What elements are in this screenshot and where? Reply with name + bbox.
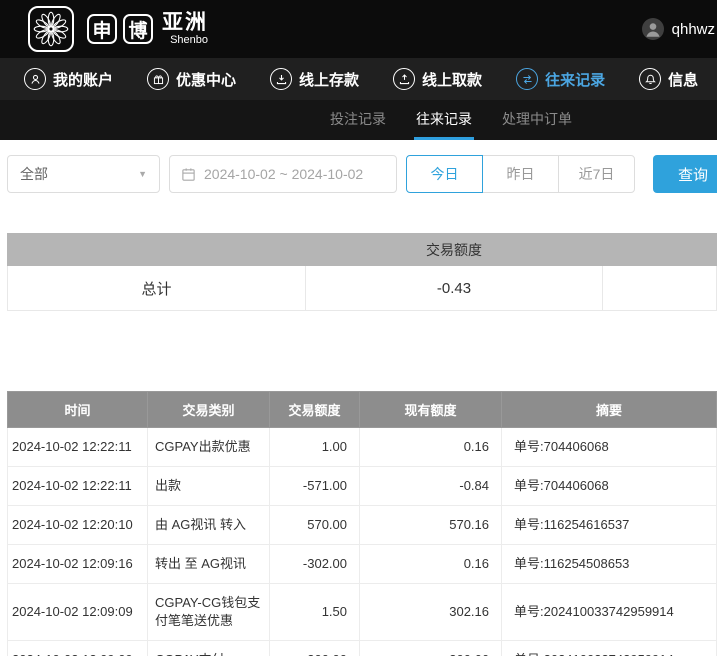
col-header-amount: 交易额度 xyxy=(270,392,360,428)
nav-label: 往来记录 xyxy=(545,69,605,90)
cell-amount: -302.00 xyxy=(270,545,360,584)
cell-type: 出款 xyxy=(148,467,270,506)
date-range-value: 2024-10-02 ~ 2024-10-02 xyxy=(204,166,363,182)
nav-label: 线上存款 xyxy=(299,69,359,90)
col-header-time: 时间 xyxy=(8,392,148,428)
cell-time: 2024-10-02 12:20:10 xyxy=(8,506,148,545)
cell-balance: 0.16 xyxy=(360,428,502,467)
cell-time: 2024-10-02 12:22:11 xyxy=(8,428,148,467)
user-icon xyxy=(24,68,46,90)
top-header: 申 博 亚洲 Shenbo qhhwz xyxy=(0,0,717,58)
table-row: 2024-10-02 12:09:09 CGPAY支付 300.00 300.6… xyxy=(8,641,717,656)
summary-table: 交易额度 总计 -0.43 xyxy=(7,233,717,311)
brand-region-label: 亚洲 xyxy=(162,12,208,34)
summary-total-row: 总计 -0.43 xyxy=(8,266,717,311)
summary-header-amount: 交易额度 xyxy=(306,234,603,266)
cell-memo: 单号:704406068 xyxy=(502,428,717,467)
nav-label: 我的账户 xyxy=(53,69,113,90)
table-row: 2024-10-02 12:22:11 出款 -571.00 -0.84 单号:… xyxy=(8,467,717,506)
cell-time: 2024-10-02 12:22:11 xyxy=(8,467,148,506)
username-label: qhhwz xyxy=(672,21,715,38)
date-range-input[interactable]: 2024-10-02 ~ 2024-10-02 xyxy=(169,155,397,193)
cell-balance: 570.16 xyxy=(360,506,502,545)
cell-balance: 300.66 xyxy=(360,641,502,656)
nav-item-transaction-records[interactable]: 往来记录 xyxy=(516,68,605,90)
cell-amount: 300.00 xyxy=(270,641,360,656)
nav-item-my-account[interactable]: 我的账户 xyxy=(24,68,113,90)
nav-label: 优惠中心 xyxy=(176,69,236,90)
cell-time: 2024-10-02 12:09:16 xyxy=(8,545,148,584)
table-row: 2024-10-02 12:22:11 CGPAY出款优惠 1.00 0.16 … xyxy=(8,428,717,467)
flower-logo-icon xyxy=(33,11,69,47)
transactions-table: 时间 交易类别 交易额度 现有额度 摘要 2024-10-02 12:22:11… xyxy=(7,391,717,656)
cell-memo: 单号:116254508653 xyxy=(502,545,717,584)
type-select-value: 全部 xyxy=(20,164,48,184)
transactions-header-row: 时间 交易类别 交易额度 现有额度 摘要 xyxy=(8,392,717,428)
main-nav: 我的账户 优惠中心 线上存款 线上取款 xyxy=(0,58,717,100)
cell-type: 转出 至 AG视讯 xyxy=(148,545,270,584)
cell-type: CGPAY出款优惠 xyxy=(148,428,270,467)
cell-memo: 单号:202410033742959914 xyxy=(502,584,717,641)
gift-icon xyxy=(147,68,169,90)
withdraw-icon xyxy=(393,68,415,90)
brand-char-2: 博 xyxy=(123,14,153,44)
cell-memo: 单号:202410033742959914 xyxy=(502,641,717,656)
record-tabs: 投注记录 往来记录 处理中订单 xyxy=(0,100,717,140)
summary-total-value: -0.43 xyxy=(306,266,603,311)
nav-label: 线上取款 xyxy=(422,69,482,90)
quick-range-group: 今日 昨日 近7日 xyxy=(406,155,635,193)
col-header-type: 交易类别 xyxy=(148,392,270,428)
cell-balance: 0.16 xyxy=(360,545,502,584)
today-button[interactable]: 今日 xyxy=(406,155,483,193)
avatar-icon xyxy=(642,18,664,40)
brand-subtitle-label: Shenbo xyxy=(170,34,208,46)
summary-header-row: 交易额度 xyxy=(8,234,717,266)
cell-balance: 302.16 xyxy=(360,584,502,641)
yesterday-button[interactable]: 昨日 xyxy=(482,155,559,193)
cell-memo: 单号:116254616537 xyxy=(502,506,717,545)
tab-betting-records[interactable]: 投注记录 xyxy=(328,100,388,140)
filter-bar: 全部 ▼ 2024-10-02 ~ 2024-10-02 今日 昨日 近7日 查… xyxy=(0,140,717,207)
cell-amount: -571.00 xyxy=(270,467,360,506)
nav-item-withdraw[interactable]: 线上取款 xyxy=(393,68,482,90)
nav-item-messages[interactable]: 信息 xyxy=(639,68,698,90)
table-row: 2024-10-02 12:09:09 CGPAY-CG钱包支付笔笔送优惠 1.… xyxy=(8,584,717,641)
table-row: 2024-10-02 12:09:16 转出 至 AG视讯 -302.00 0.… xyxy=(8,545,717,584)
cell-amount: 570.00 xyxy=(270,506,360,545)
brand-name: 申 博 xyxy=(87,14,153,44)
brand-logo[interactable] xyxy=(28,6,74,52)
chevron-down-icon: ▼ xyxy=(138,169,147,179)
summary-total-label: 总计 xyxy=(8,266,306,311)
tab-processing-orders[interactable]: 处理中订单 xyxy=(500,100,574,140)
transfer-icon xyxy=(516,68,538,90)
summary-header-blank-2 xyxy=(603,234,717,266)
last7days-button[interactable]: 近7日 xyxy=(558,155,635,193)
col-header-balance: 现有额度 xyxy=(360,392,502,428)
calendar-icon xyxy=(181,167,196,182)
nav-item-deposit[interactable]: 线上存款 xyxy=(270,68,359,90)
query-button[interactable]: 查询 xyxy=(653,155,717,193)
type-select[interactable]: 全部 ▼ xyxy=(7,155,160,193)
cell-type: CGPAY支付 xyxy=(148,641,270,656)
nav-item-promotions[interactable]: 优惠中心 xyxy=(147,68,236,90)
nav-label: 信息 xyxy=(668,69,698,90)
brand-char-1: 申 xyxy=(87,14,117,44)
cell-amount: 1.50 xyxy=(270,584,360,641)
table-row: 2024-10-02 12:20:10 由 AG视讯 转入 570.00 570… xyxy=(8,506,717,545)
cell-type: CGPAY-CG钱包支付笔笔送优惠 xyxy=(148,584,270,641)
cell-memo: 单号:704406068 xyxy=(502,467,717,506)
col-header-memo: 摘要 xyxy=(502,392,717,428)
cell-balance: -0.84 xyxy=(360,467,502,506)
cell-amount: 1.00 xyxy=(270,428,360,467)
tab-transaction-records[interactable]: 往来记录 xyxy=(414,100,474,140)
summary-blank-cell xyxy=(603,266,717,311)
user-account[interactable]: qhhwz xyxy=(642,18,717,40)
cell-time: 2024-10-02 12:09:09 xyxy=(8,641,148,656)
brand-region-block: 亚洲 Shenbo xyxy=(162,12,208,46)
cell-type: 由 AG视讯 转入 xyxy=(148,506,270,545)
bell-icon xyxy=(639,68,661,90)
summary-header-blank xyxy=(8,234,306,266)
cell-time: 2024-10-02 12:09:09 xyxy=(8,584,148,641)
deposit-icon xyxy=(270,68,292,90)
